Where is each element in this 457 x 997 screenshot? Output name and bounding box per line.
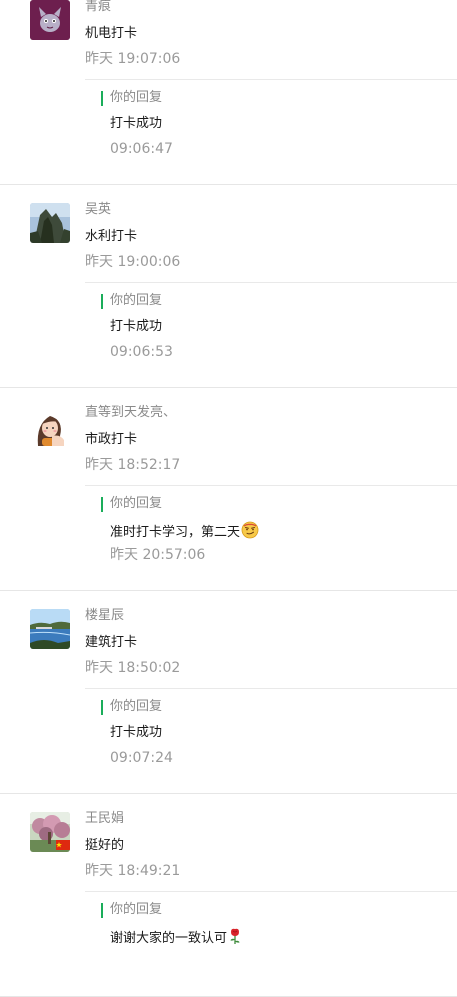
comment-item: 吴英 水利打卡 昨天 19:00:06 你的回复 打卡成功 09:06:53 — [0, 185, 457, 388]
reply-text: 打卡成功 — [110, 319, 163, 334]
reply-time: 09:06:53 — [110, 344, 173, 360]
reply-text: 谢谢大家的一致认可 — [110, 931, 228, 946]
comment-time: 昨天 18:49:21 — [85, 863, 181, 879]
reply-label: 你的回复 — [110, 496, 163, 511]
reply-label: 你的回复 — [110, 90, 163, 105]
avatar[interactable] — [30, 812, 70, 852]
comment-feed: 青痕 机电打卡 昨天 19:07:06 你的回复 打卡成功 09:06:47 吴… — [0, 0, 457, 997]
reply-text: 打卡成功 — [110, 725, 163, 740]
comment-time: 昨天 19:00:06 — [85, 254, 181, 270]
rose-emoji-icon — [228, 927, 242, 951]
reply-time: 09:07:24 — [110, 750, 173, 766]
comment-item: 楼星辰 建筑打卡 昨天 18:50:02 你的回复 打卡成功 09:07:24 — [0, 591, 457, 794]
lake-landscape-icon — [30, 609, 70, 649]
comment-text: 市政打卡 — [85, 432, 138, 447]
reply-accent-bar — [101, 497, 103, 512]
cartoon-cat-icon — [30, 0, 70, 40]
cartoon-girl-icon — [30, 406, 70, 446]
avatar[interactable] — [30, 609, 70, 649]
divider — [85, 282, 457, 283]
divider — [85, 688, 457, 689]
commenter-name: 直等到天发亮、 — [85, 405, 177, 420]
reply-accent-bar — [101, 903, 103, 918]
reply-label: 你的回复 — [110, 902, 163, 917]
smirk-emoji-icon — [241, 521, 259, 545]
reply-accent-bar — [101, 91, 103, 106]
comment-item: 王民娟 挺好的 昨天 18:49:21 你的回复 谢谢大家的一致认可 — [0, 794, 457, 997]
comment-text: 机电打卡 — [85, 26, 138, 41]
reply-accent-bar — [101, 294, 103, 309]
comment-text: 建筑打卡 — [85, 635, 138, 650]
divider — [85, 485, 457, 486]
reply-text: 打卡成功 — [110, 116, 163, 131]
commenter-name: 楼星辰 — [85, 608, 125, 623]
comment-item: 直等到天发亮、 市政打卡 昨天 18:52:17 你的回复 准时打卡学习，第二天… — [0, 388, 457, 591]
reply-text-line: 谢谢大家的一致认可 — [110, 927, 242, 951]
divider — [85, 891, 457, 892]
flower-tree-flag-icon — [30, 812, 70, 852]
comment-time: 昨天 19:07:06 — [85, 51, 181, 67]
commenter-name: 王民娟 — [85, 811, 125, 826]
commenter-name: 青痕 — [85, 0, 112, 14]
commenter-name: 吴英 — [85, 202, 112, 217]
reply-text: 准时打卡学习，第二天 — [110, 525, 241, 540]
avatar[interactable] — [30, 203, 70, 243]
mountain-cliff-icon — [30, 203, 70, 243]
divider — [85, 79, 457, 80]
reply-accent-bar — [101, 700, 103, 715]
reply-text-line: 准时打卡学习，第二天 — [110, 521, 259, 545]
avatar[interactable] — [30, 406, 70, 446]
comment-text: 挺好的 — [85, 838, 125, 853]
reply-label: 你的回复 — [110, 293, 163, 308]
comment-item: 青痕 机电打卡 昨天 19:07:06 你的回复 打卡成功 09:06:47 — [0, 0, 457, 185]
comment-text: 水利打卡 — [85, 229, 138, 244]
comment-time: 昨天 18:52:17 — [85, 457, 181, 473]
reply-time: 09:06:47 — [110, 141, 173, 157]
reply-time: 昨天 20:57:06 — [110, 547, 206, 563]
avatar[interactable] — [30, 0, 70, 40]
comment-time: 昨天 18:50:02 — [85, 660, 181, 676]
reply-label: 你的回复 — [110, 699, 163, 714]
